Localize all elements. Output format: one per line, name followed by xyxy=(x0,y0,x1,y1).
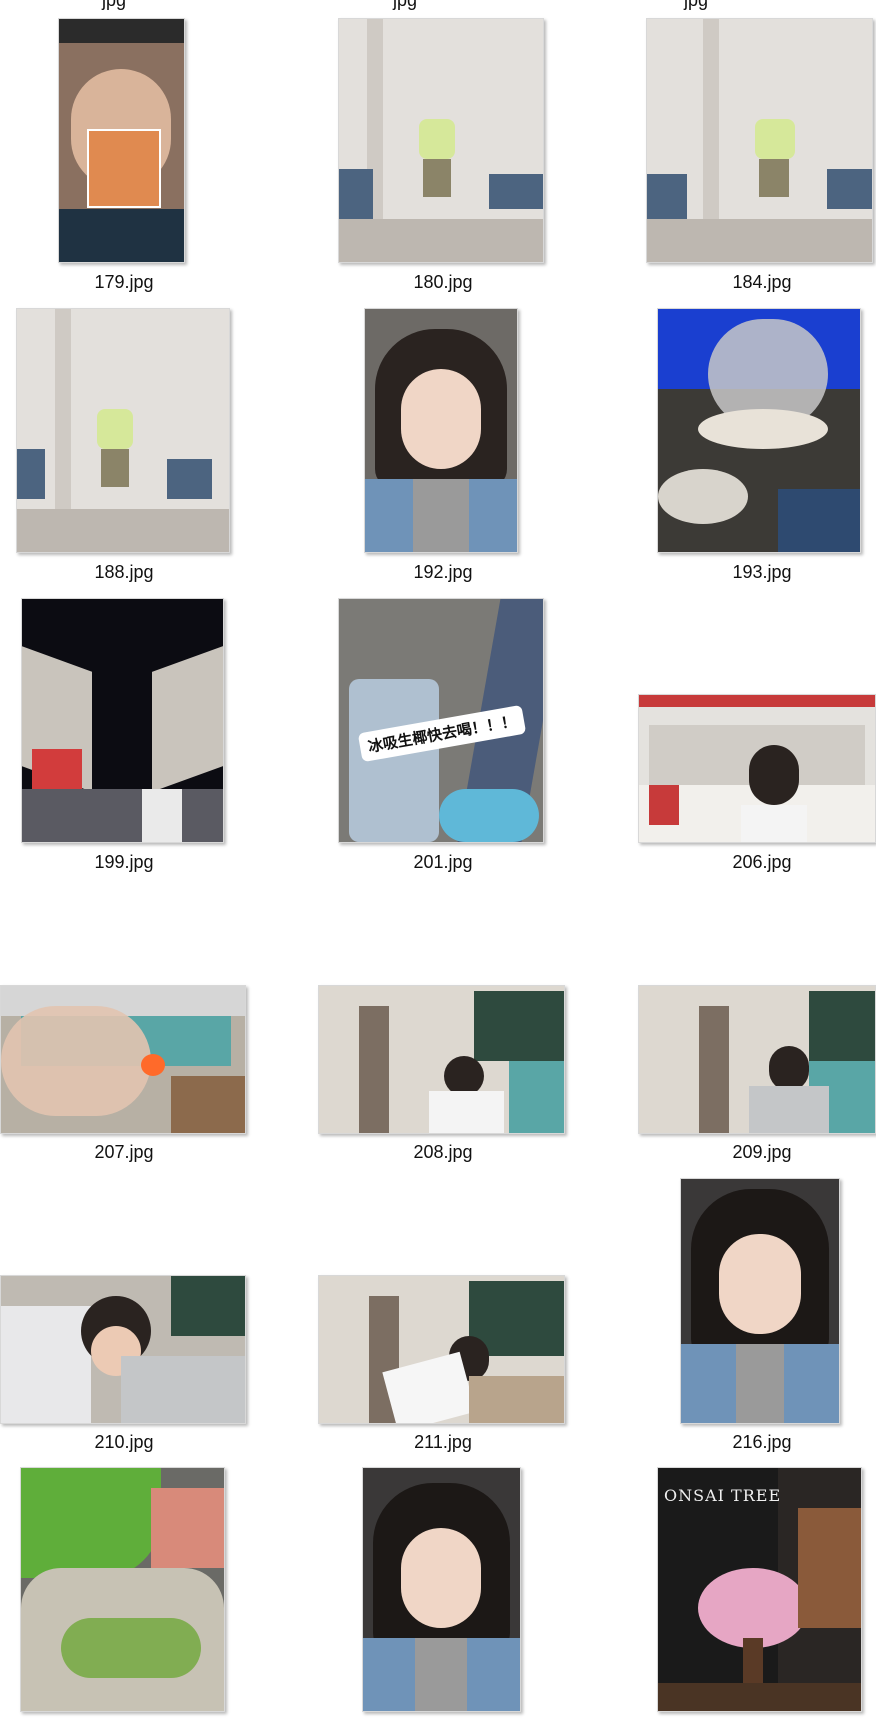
partial-caption-2[interactable]: jpg xyxy=(305,0,505,10)
thumbnail-193[interactable] xyxy=(657,308,861,553)
partial-caption-3[interactable]: jpg xyxy=(596,0,796,10)
file-name-179[interactable]: 179.jpg xyxy=(24,272,224,292)
thumbnail-201[interactable]: 冰吸生椰快去喝！！！ xyxy=(338,598,544,843)
thumbnail-hotpot-greens[interactable] xyxy=(20,1467,225,1712)
thumbnail-179[interactable] xyxy=(58,18,185,263)
file-name-209[interactable]: 209.jpg xyxy=(662,1142,862,1162)
file-name-192[interactable]: 192.jpg xyxy=(343,562,543,582)
file-name-207[interactable]: 207.jpg xyxy=(24,1142,224,1162)
thumbnail-209[interactable] xyxy=(638,985,876,1134)
file-name-188[interactable]: 188.jpg xyxy=(24,562,224,582)
thumbnail-216[interactable] xyxy=(680,1178,840,1424)
file-name-206[interactable]: 206.jpg xyxy=(662,852,862,872)
thumbnail-192[interactable] xyxy=(364,308,518,553)
thumbnail-206[interactable] xyxy=(638,694,876,843)
file-name-201[interactable]: 201.jpg xyxy=(343,852,543,872)
thumbnail-bonsai[interactable]: ONSAI TREE xyxy=(657,1467,862,1712)
thumbnail-184[interactable] xyxy=(646,18,873,263)
file-name-210[interactable]: 210.jpg xyxy=(24,1432,224,1452)
thumbnail-188[interactable] xyxy=(16,308,230,553)
file-name-216[interactable]: 216.jpg xyxy=(662,1432,862,1452)
file-name-199[interactable]: 199.jpg xyxy=(24,852,224,872)
file-name-180[interactable]: 180.jpg xyxy=(343,272,543,292)
thumbnail-210[interactable] xyxy=(0,1275,246,1424)
thumbnail-211[interactable] xyxy=(318,1275,565,1424)
file-name-211[interactable]: 211.jpg xyxy=(343,1432,543,1452)
thumbnail-car-selfie-2[interactable] xyxy=(362,1467,521,1712)
file-name-208[interactable]: 208.jpg xyxy=(343,1142,543,1162)
thumbnail-208[interactable] xyxy=(318,985,565,1134)
file-name-184[interactable]: 184.jpg xyxy=(662,272,862,292)
thumbnail-207[interactable] xyxy=(0,985,246,1134)
partial-caption-1[interactable]: jpg xyxy=(14,0,214,10)
thumbnail-199[interactable] xyxy=(21,598,224,843)
thumbnail-180[interactable] xyxy=(338,18,544,263)
file-name-193[interactable]: 193.jpg xyxy=(662,562,862,582)
bonsai-box-text: ONSAI TREE xyxy=(664,1486,782,1505)
